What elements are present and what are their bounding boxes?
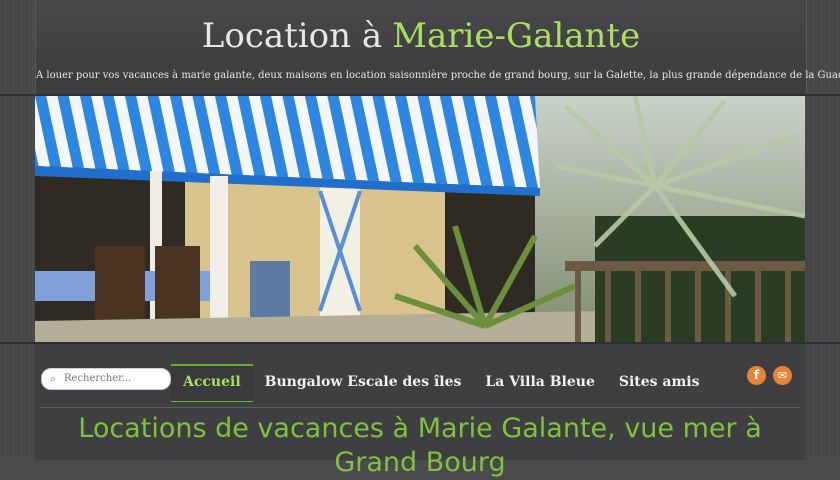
site-title-accent: Marie-Galante xyxy=(392,16,641,56)
site-title-main: Location à xyxy=(201,16,383,56)
site-header: Location à Marie-Galante A louer pour vos… xyxy=(35,0,840,95)
main-navigation: ⌕ Accueil Bungalow Escale des îles La Vi… xyxy=(35,344,805,408)
page-heading-line2: Grand Bourg xyxy=(334,447,506,478)
hero-image xyxy=(35,96,805,342)
page-heading: Locations de vacances à Marie Galante, v… xyxy=(35,412,805,480)
nav-menu: Accueil Bungalow Escale des îles La Vill… xyxy=(171,364,712,402)
page-heading-line1: Locations de vacances à Marie Galante, v… xyxy=(78,413,762,444)
nav-item-bungalow[interactable]: Bungalow Escale des îles xyxy=(253,364,474,400)
mail-icon[interactable]: ✉ xyxy=(773,366,792,385)
facebook-icon[interactable]: f xyxy=(747,366,766,385)
search-input[interactable] xyxy=(64,371,162,385)
content-divider xyxy=(40,407,800,408)
nav-item-sites-amis[interactable]: Sites amis xyxy=(607,364,712,400)
nav-item-accueil[interactable]: Accueil xyxy=(171,364,253,402)
search-icon[interactable]: ⌕ xyxy=(50,372,56,386)
nav-item-villa-bleue[interactable]: La Villa Bleue xyxy=(473,364,606,400)
site-tagline: A louer pour vos vacances à marie galant… xyxy=(36,70,840,81)
search-box: ⌕ xyxy=(41,368,171,390)
site-title[interactable]: Location à Marie-Galante xyxy=(36,16,806,56)
